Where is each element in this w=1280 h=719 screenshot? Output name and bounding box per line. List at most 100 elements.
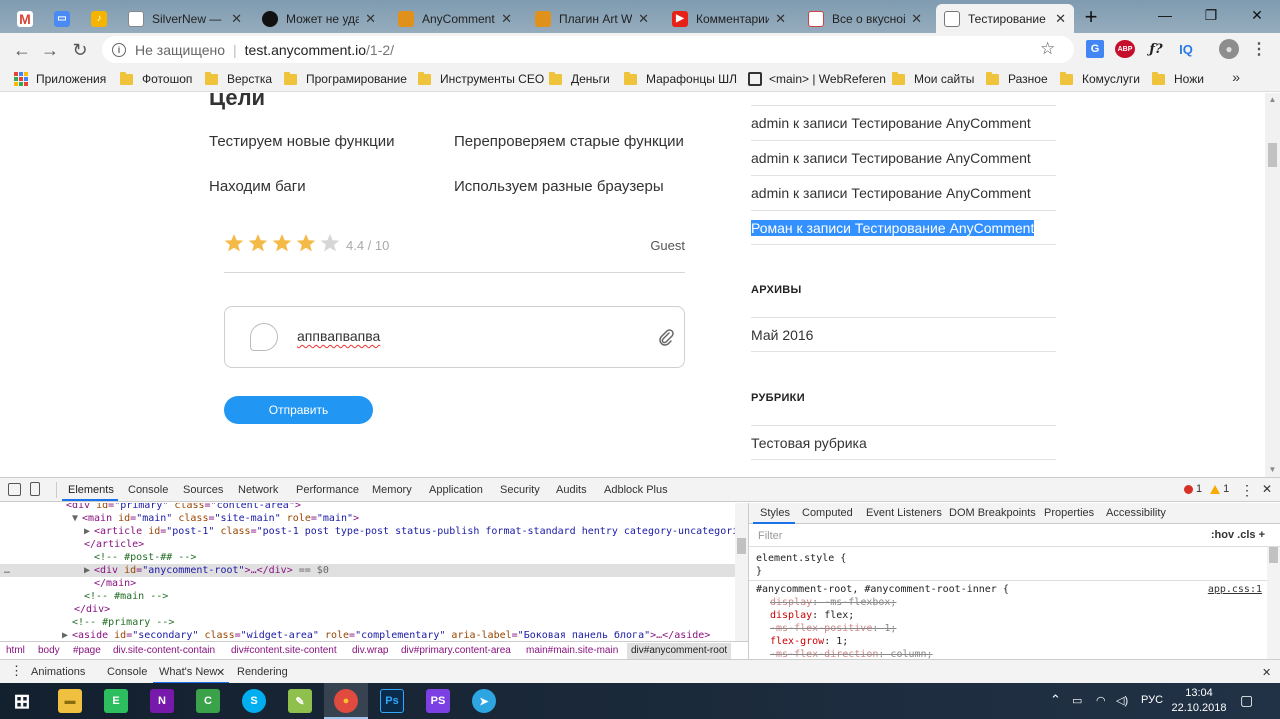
bookmark-folder-seo[interactable]: Инструменты СЕО bbox=[418, 70, 544, 88]
css-rule-selector[interactable]: #anycomment-root, #anycomment-root-inner… bbox=[756, 584, 1009, 595]
breadcrumb-item[interactable]: main#main.site-main bbox=[526, 645, 618, 656]
info-icon[interactable]: i bbox=[112, 42, 126, 57]
photoshop-icon[interactable]: Ps bbox=[380, 689, 404, 713]
comment-text[interactable]: аппвапвапва bbox=[297, 328, 380, 344]
tab-silvernew[interactable]: SilverNew — I t ✕ bbox=[120, 4, 250, 33]
recent-comment-link[interactable]: admin к записи Тестирование AnyComment bbox=[751, 115, 1031, 131]
drawer-tab-whats-new[interactable]: What's New bbox=[159, 666, 217, 678]
recent-comment-link[interactable]: Роман к записи Тестирование AnyComment bbox=[751, 220, 1035, 236]
css-declaration[interactable]: -ms-flex-positive: 1; bbox=[770, 623, 896, 634]
inspect-element-icon[interactable] bbox=[8, 483, 21, 496]
devtools-tab-network[interactable]: Network bbox=[238, 484, 278, 496]
reload-button[interactable]: ↻ bbox=[68, 38, 92, 62]
expand-triangle-icon[interactable]: ▶ bbox=[84, 525, 94, 538]
bookmark-webreference[interactable]: <main> | WebReferen bbox=[748, 70, 886, 88]
phpstorm-icon[interactable]: PS bbox=[426, 689, 450, 713]
bookmark-folder-misc[interactable]: Разное bbox=[986, 70, 1048, 88]
css-element-style[interactable]: element.style { bbox=[756, 553, 846, 564]
recent-comment-item[interactable]: admin к записи Тестирование AnyComment bbox=[751, 175, 1056, 210]
breadcrumb-item[interactable]: div#content.site-content bbox=[231, 645, 337, 656]
recent-comment-item[interactable]: Роман к записи Тестирование AnyComment bbox=[751, 210, 1056, 245]
devtools-menu-icon[interactable]: ⋮ bbox=[1240, 482, 1254, 499]
dom-node[interactable]: </article> bbox=[0, 538, 735, 551]
dom-node[interactable]: <!-- #post-## --> bbox=[0, 551, 735, 564]
tab-close-icon[interactable]: ✕ bbox=[501, 11, 512, 27]
notepad-plus-icon[interactable]: ✎ bbox=[288, 689, 312, 713]
tab-close-icon[interactable]: ✕ bbox=[231, 11, 242, 27]
bookmark-folder-utilities[interactable]: Комуслуги bbox=[1060, 70, 1140, 88]
font-finder-icon[interactable]: ƒ? bbox=[1146, 40, 1166, 58]
drawer-close-icon[interactable]: ✕ bbox=[1262, 666, 1271, 679]
css-source-link[interactable]: app.css:1 bbox=[1208, 584, 1262, 595]
styles-tab-dom-breakpoints[interactable]: DOM Breakpoints bbox=[949, 507, 1036, 519]
drawer-close-icon[interactable]: ✕ bbox=[216, 666, 225, 679]
css-declaration[interactable]: display: -ms-flexbox; bbox=[770, 597, 896, 608]
styles-filter[interactable]: Filter :hov .cls + bbox=[749, 525, 1280, 547]
translate-icon[interactable]: G bbox=[1086, 40, 1104, 58]
bookmarks-overflow-button[interactable]: » bbox=[1232, 69, 1240, 85]
tray-overflow-icon[interactable]: ⌃ bbox=[1050, 692, 1061, 708]
pinned-tab-gmail[interactable]: M bbox=[10, 4, 40, 33]
tab-recipes[interactable]: Все о вкусной ✕ bbox=[800, 4, 930, 33]
tab-anycomment[interactable]: AnyComment ✕ bbox=[390, 4, 520, 33]
dom-node[interactable]: ▶ <article id="post-1" class="post-1 post… bbox=[0, 525, 748, 538]
drawer-tab-console[interactable]: Console bbox=[107, 666, 147, 678]
bookmark-folder-programming[interactable]: Програмирование bbox=[284, 70, 407, 88]
breadcrumb-item[interactable]: div#primary.content-area bbox=[401, 645, 511, 656]
profile-avatar-icon[interactable]: ● bbox=[1219, 39, 1239, 59]
tab-github[interactable]: Может не удал ✕ bbox=[254, 4, 384, 33]
drawer-menu-icon[interactable]: ⋮ bbox=[10, 663, 23, 679]
devtools-tab-adblock[interactable]: Adblock Plus bbox=[604, 484, 668, 496]
tab-testing-active[interactable]: Тестирование ✕ bbox=[936, 4, 1074, 33]
iq-icon[interactable]: IQ bbox=[1176, 40, 1196, 58]
device-toolbar-icon[interactable] bbox=[30, 482, 40, 496]
comment-input[interactable]: аппвапвапва bbox=[224, 306, 685, 368]
page-scrollbar[interactable]: ▲ ▼ bbox=[1265, 93, 1280, 477]
filter-input[interactable]: Filter bbox=[758, 530, 782, 542]
bookmark-folder-layout[interactable]: Верстка bbox=[205, 70, 272, 88]
dom-scrollbar[interactable] bbox=[735, 503, 748, 641]
back-button[interactable]: ← bbox=[10, 38, 34, 62]
network-status-icon[interactable]: ▭ bbox=[1072, 694, 1082, 707]
star-filled-icon[interactable] bbox=[272, 233, 292, 253]
file-explorer-icon[interactable]: ▬ bbox=[58, 689, 82, 713]
close-window-button[interactable]: ✕ bbox=[1234, 0, 1280, 30]
bookmark-folder-knives[interactable]: Ножи bbox=[1152, 70, 1204, 88]
bookmark-folder-photoshop[interactable]: Фотошоп bbox=[120, 70, 192, 88]
bookmark-star-icon[interactable]: ☆ bbox=[1040, 39, 1060, 59]
styles-scrollbar[interactable] bbox=[1267, 547, 1280, 659]
notifications-icon[interactable]: ▢ bbox=[1240, 692, 1253, 709]
scroll-down-icon[interactable]: ▼ bbox=[1265, 465, 1280, 474]
dom-node[interactable]: <div id="primary" class="content-area"> bbox=[0, 503, 735, 512]
tab-close-icon[interactable]: ✕ bbox=[365, 11, 376, 27]
devtools-tab-security[interactable]: Security bbox=[500, 484, 540, 496]
new-tab-button[interactable]: + bbox=[1078, 4, 1104, 29]
devtools-tab-sources[interactable]: Sources bbox=[183, 484, 223, 496]
styles-tab-computed[interactable]: Computed bbox=[802, 507, 853, 519]
breadcrumb-item[interactable]: body bbox=[38, 645, 60, 656]
devtools-tab-performance[interactable]: Performance bbox=[296, 484, 359, 496]
category-item[interactable]: Тестовая рубрика bbox=[751, 425, 1056, 460]
dom-node[interactable]: ▼ <main id="main" class="site-main" role=… bbox=[0, 512, 735, 525]
telegram-icon[interactable]: ➤ bbox=[472, 689, 496, 713]
dom-node[interactable]: ▶ <aside id="secondary" class="widget-are… bbox=[0, 629, 735, 641]
styles-tab-styles[interactable]: Styles bbox=[760, 507, 790, 519]
devtools-tab-console[interactable]: Console bbox=[128, 484, 168, 496]
star-empty-icon[interactable] bbox=[320, 233, 340, 253]
recent-comment-item[interactable]: admin к записи Тестирование AnyComment bbox=[751, 105, 1056, 140]
recent-comment-link[interactable]: admin к записи Тестирование AnyComment bbox=[751, 185, 1031, 201]
collapse-triangle-icon[interactable]: ▼ bbox=[72, 512, 82, 525]
scroll-up-icon[interactable]: ▲ bbox=[1265, 95, 1280, 104]
drawer-tab-rendering[interactable]: Rendering bbox=[237, 666, 288, 678]
breadcrumb-item[interactable]: div.wrap bbox=[352, 645, 389, 656]
volume-icon[interactable]: ◁) bbox=[1116, 694, 1128, 707]
dom-node[interactable]: </main> bbox=[0, 577, 735, 590]
camtasia-icon[interactable]: C bbox=[196, 689, 220, 713]
css-declaration[interactable]: display: flex; bbox=[770, 610, 854, 621]
tab-comments-youtube[interactable]: ▶ Комментарии ✕ bbox=[664, 4, 794, 33]
tab-close-icon[interactable]: ✕ bbox=[638, 11, 649, 27]
recent-comment-link[interactable]: admin к записи Тестирование AnyComment bbox=[751, 150, 1031, 166]
devtools-tab-memory[interactable]: Memory bbox=[372, 484, 412, 496]
dom-tree[interactable]: <div id="primary" class="content-area"> … bbox=[0, 503, 748, 641]
star-filled-icon[interactable] bbox=[296, 233, 316, 253]
